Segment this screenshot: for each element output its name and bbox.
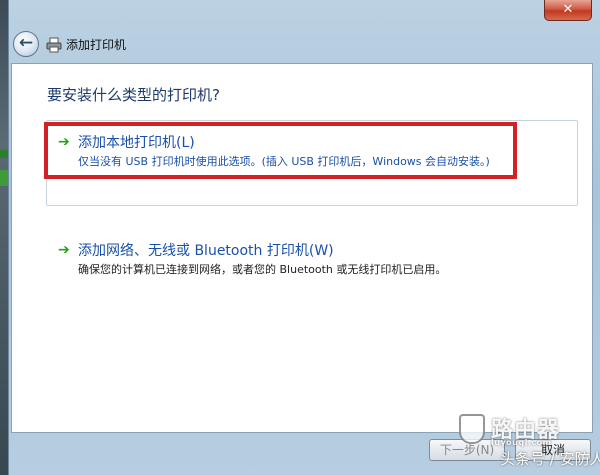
watermark: 路由器 luyouqi.com 头条号 / 安防人	[455, 412, 600, 475]
router-shield-logo	[459, 414, 485, 444]
close-icon: ✕	[562, 2, 574, 17]
option-add-local-printer-title[interactable]: 添加本地打印机(L)	[78, 132, 195, 152]
window-title: 添加打印机	[66, 38, 127, 52]
watermark-line: 头条号 / 安防人	[500, 450, 600, 468]
green-arrow-icon: ➔	[58, 242, 70, 258]
option-add-network-printer-title[interactable]: 添加网络、无线或 Bluetooth 打印机(W)	[78, 240, 334, 260]
watermark-brand-sub: luyouqi.com	[491, 438, 552, 447]
back-arrow-icon: ←	[18, 33, 34, 53]
desktop-icon-fragment	[0, 150, 8, 158]
wizard-content: 要安装什么类型的打印机? ➔ 添加本地打印机(L) 仅当没有 USB 打印机时使…	[11, 63, 593, 433]
navigation-bar: ← 添加打印机	[9, 27, 600, 63]
option-add-local-printer-description: 仅当没有 USB 打印机时使用此选项。(插入 USB 打印机后，Windows …	[78, 155, 490, 168]
page-question: 要安装什么类型的打印机?	[47, 86, 220, 104]
add-printer-dialog: ✕ ← 添加打印机 要安装什么类型的打印机? ➔ 添加本地打印机(L) 仅当没有…	[8, 0, 600, 475]
printer-icon	[46, 37, 62, 53]
close-button[interactable]: ✕	[544, 0, 592, 21]
back-button[interactable]: ←	[13, 31, 39, 57]
green-arrow-icon: ➔	[58, 134, 70, 150]
desktop-icon-fragment	[0, 170, 8, 186]
option-add-network-printer-description: 确保您的计算机已连接到网络，或者您的 Bluetooth 或无线打印机已启用。	[78, 263, 447, 276]
desktop-background	[0, 0, 8, 475]
